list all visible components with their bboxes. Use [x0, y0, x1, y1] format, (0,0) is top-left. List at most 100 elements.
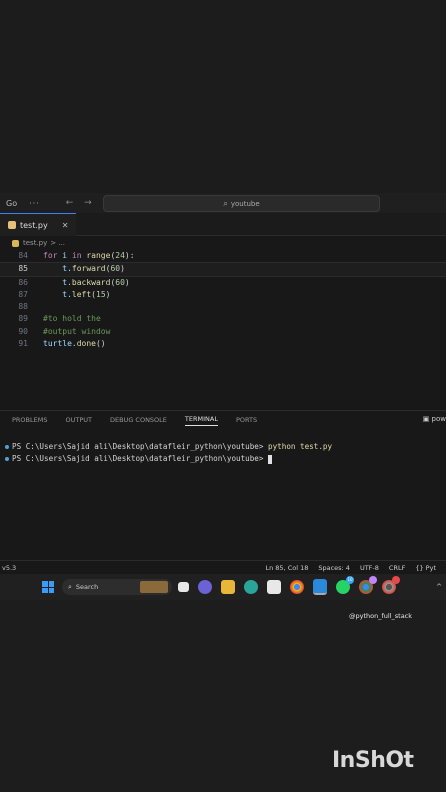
- task-view-icon[interactable]: [178, 582, 189, 592]
- code-token: range: [86, 251, 111, 260]
- status-bar: v5.3 Ln 85, Col 18 Spaces: 4 UTF-8 CRLF …: [0, 560, 446, 575]
- code-text: #output window: [43, 326, 110, 338]
- line-number: 90: [18, 326, 28, 336]
- status-version[interactable]: v5.3: [2, 564, 16, 572]
- vscode-window: Go ··· ← → ⌕ youtube test.py ✕ test.py >…: [0, 193, 446, 600]
- status-encoding[interactable]: UTF-8: [360, 564, 379, 572]
- code-line[interactable]: 85 t.forward(60): [0, 262, 446, 277]
- code-text: for i in range(24):: [43, 250, 135, 262]
- tray-chevron-icon[interactable]: ^: [436, 583, 442, 591]
- terminal-output[interactable]: PS C:\Users\Sajid ali\Desktop\datafleir_…: [0, 441, 446, 465]
- taskbar-apps: 10: [178, 576, 405, 595]
- breadcrumb-file[interactable]: test.py: [23, 239, 47, 247]
- status-language[interactable]: {} Pyt: [415, 564, 446, 572]
- code-token: (): [95, 339, 106, 349]
- taskbar-search-label: Search: [75, 583, 99, 591]
- search-icon: ⌕: [223, 198, 228, 208]
- code-token: for: [43, 251, 63, 260]
- chrome-profile-2-icon[interactable]: [382, 576, 400, 594]
- line-number: 85: [18, 264, 28, 274]
- code-token: in: [71, 251, 87, 260]
- code-text: t.backward(60): [43, 277, 130, 289]
- go-menu[interactable]: Go: [6, 199, 17, 208]
- tab-label: test.py: [20, 220, 48, 230]
- panel-tab-ports[interactable]: PORTS: [236, 416, 257, 424]
- command-search-box[interactable]: ⌕ youtube: [103, 195, 380, 212]
- code-token: ): [105, 289, 111, 299]
- terminal-cursor: [268, 454, 273, 464]
- code-line[interactable]: 84 for i in range(24):: [0, 250, 446, 262]
- windows-start-icon[interactable]: [42, 581, 54, 593]
- code-token: left: [71, 289, 92, 299]
- channel-handle: @python_full_stack: [349, 612, 413, 620]
- command-status-dot: [5, 457, 9, 461]
- code-line[interactable]: 90 #output window: [0, 326, 446, 338]
- chrome-icon[interactable]: [290, 580, 304, 594]
- line-number: 89: [18, 314, 28, 324]
- status-spaces[interactable]: Spaces: 4: [318, 564, 350, 572]
- terminal-line: PS C:\Users\Sajid ali\Desktop\datafleir_…: [0, 441, 446, 453]
- code-line[interactable]: 91 turtle.done(): [0, 338, 446, 350]
- line-number: 91: [18, 339, 28, 349]
- code-token: done: [76, 339, 96, 349]
- breadcrumb: test.py > ...: [0, 236, 446, 250]
- terminal-line: PS C:\Users\Sajid ali\Desktop\datafleir_…: [0, 453, 446, 465]
- inshot-watermark-logo: InShOt: [332, 748, 414, 773]
- breadcrumb-ellipsis[interactable]: > ...: [50, 239, 65, 247]
- code-token: t.: [43, 289, 72, 299]
- whatsapp-icon[interactable]: 10: [336, 576, 354, 594]
- windows-taskbar: ⌕ Search 10 ^: [0, 574, 446, 600]
- code-token: ): [124, 277, 130, 287]
- title-bar: Go ··· ← → ⌕ youtube: [0, 193, 446, 213]
- code-token: #output window: [43, 326, 111, 336]
- forward-arrow-icon[interactable]: →: [84, 198, 92, 208]
- code-line[interactable]: 88: [0, 301, 446, 313]
- code-text: t.left(15): [43, 289, 110, 301]
- teams-icon[interactable]: [198, 580, 212, 594]
- code-line[interactable]: 89 #to hold the: [0, 313, 446, 325]
- code-token: i: [62, 251, 72, 260]
- back-arrow-icon[interactable]: ←: [66, 198, 74, 208]
- code-token: 60: [110, 264, 121, 274]
- close-tab-icon[interactable]: ✕: [62, 221, 69, 230]
- more-menu-icon[interactable]: ···: [29, 199, 40, 208]
- status-eol[interactable]: CRLF: [389, 564, 405, 572]
- panel-tab-problems[interactable]: PROBLEMS: [12, 416, 47, 424]
- terminal-command: python test.py: [268, 442, 333, 451]
- code-token: 15: [96, 289, 106, 299]
- code-line[interactable]: 87 t.left(15): [0, 289, 446, 301]
- code-text: turtle.done(): [43, 338, 106, 350]
- top-background: [0, 0, 446, 192]
- code-token: forward: [71, 264, 106, 274]
- terminal-shell-label[interactable]: ▣ pow: [423, 415, 446, 423]
- line-number: 88: [18, 302, 28, 312]
- search-text: youtube: [230, 199, 260, 208]
- status-position[interactable]: Ln 85, Col 18: [265, 564, 308, 572]
- python-file-icon: [12, 239, 19, 247]
- vscode-icon[interactable]: [313, 579, 327, 595]
- panel-tab-output[interactable]: OUTPUT: [65, 416, 92, 424]
- store-icon[interactable]: [267, 580, 281, 594]
- panel-tab-terminal[interactable]: TERMINAL: [184, 415, 218, 426]
- line-number: 84: [18, 251, 28, 260]
- code-text: t.forward(60): [43, 263, 125, 275]
- editor-tab-bar: test.py ✕: [0, 213, 446, 236]
- terminal-prompt: PS C:\Users\Sajid ali\Desktop\datafleir_…: [12, 454, 269, 463]
- taskbar-search[interactable]: ⌕ Search: [62, 579, 172, 595]
- folder-icon[interactable]: [221, 580, 235, 594]
- code-line[interactable]: 86 t.backward(60): [0, 277, 446, 289]
- bottom-panel: PROBLEMS OUTPUT DEBUG CONSOLE TERMINAL PORTS…: [0, 410, 446, 561]
- code-editor[interactable]: 84 for i in range(24): 85 t.forward(60) 86 …: [0, 250, 446, 410]
- profile-badge: [369, 576, 377, 584]
- code-token: #to hold the: [43, 314, 101, 324]
- panel-tab-debug-console[interactable]: DEBUG CONSOLE: [110, 416, 167, 424]
- tab-test-py[interactable]: test.py ✕: [0, 213, 76, 236]
- code-text: #to hold the: [43, 313, 101, 325]
- nav-arrows: ← →: [66, 198, 100, 208]
- python-file-icon: [8, 221, 16, 229]
- edge-icon[interactable]: [244, 580, 258, 594]
- code-token: t.: [43, 277, 72, 287]
- chrome-profile-icon[interactable]: [359, 576, 377, 594]
- code-token: 24: [115, 251, 125, 260]
- whatsapp-badge: 10: [346, 576, 354, 584]
